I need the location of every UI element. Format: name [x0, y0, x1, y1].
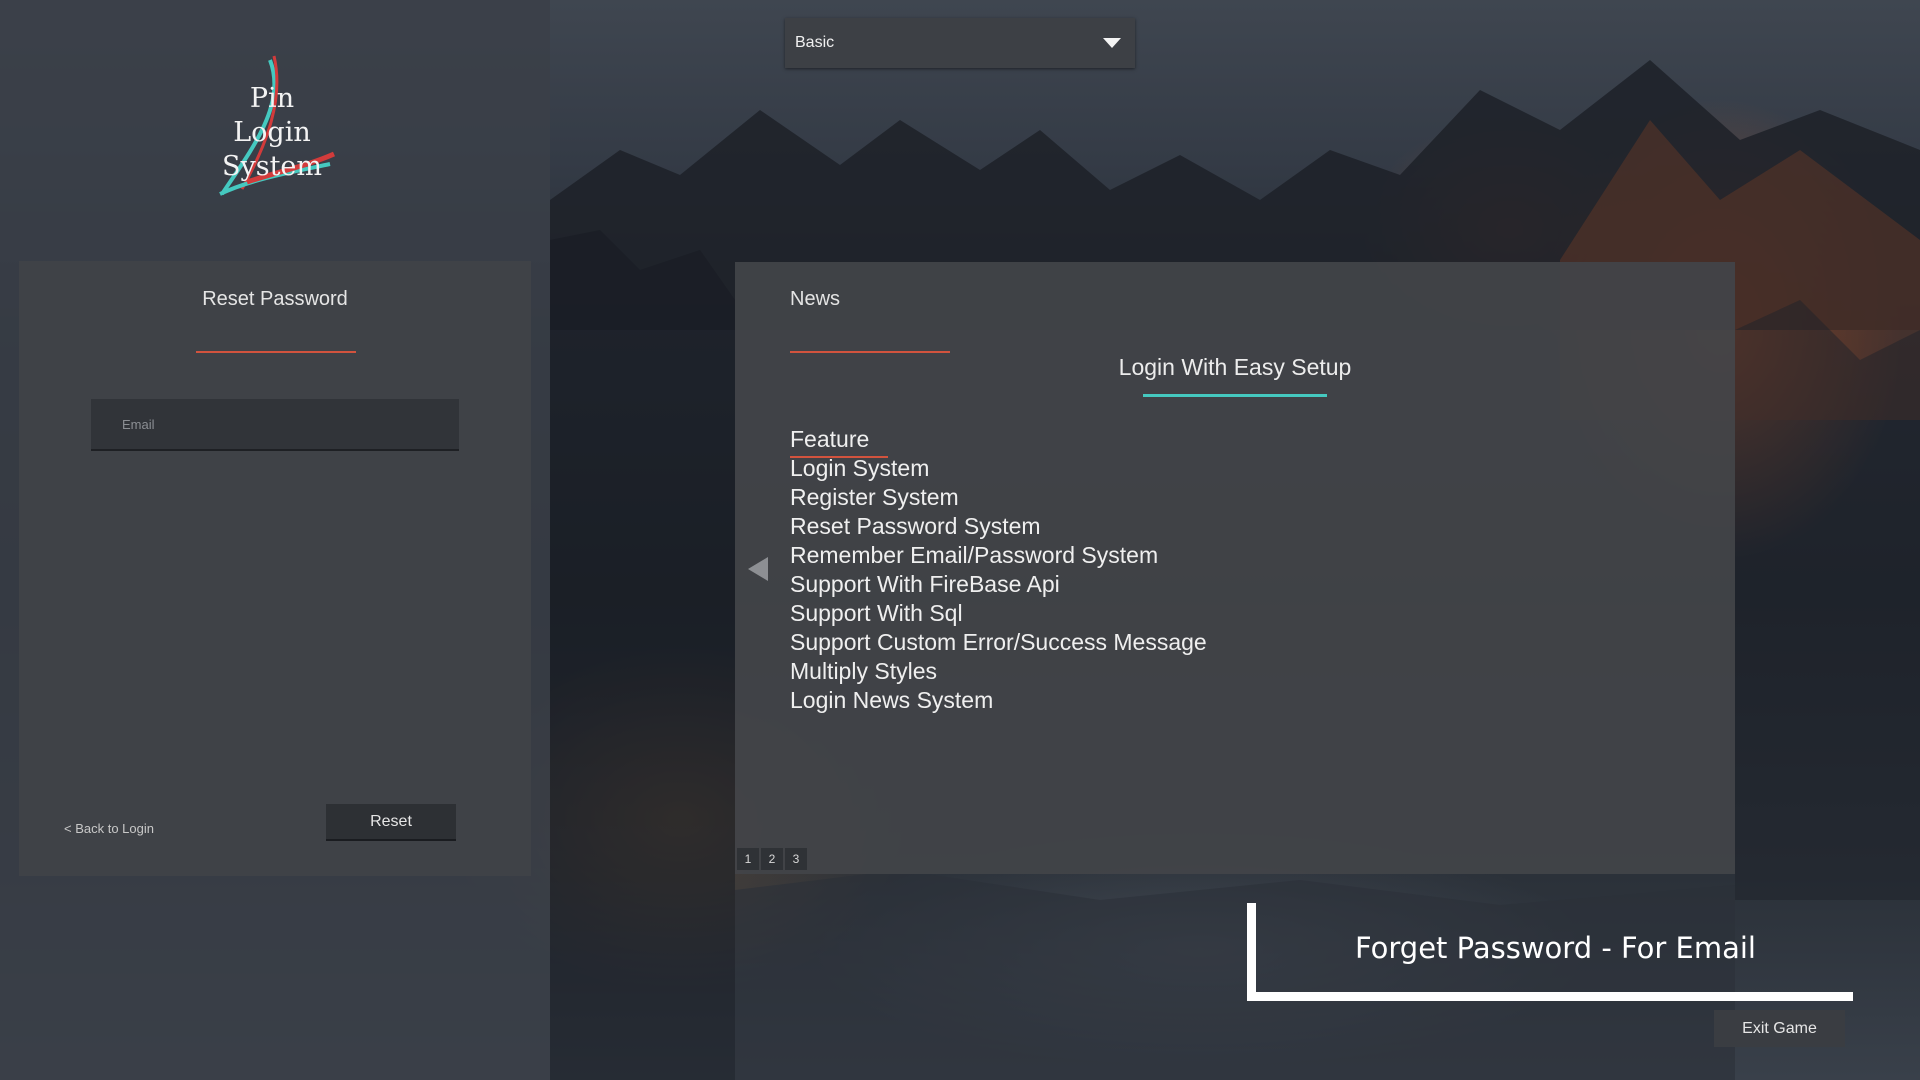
logo-line: Login	[233, 117, 311, 148]
list-item: Login News System	[790, 687, 994, 713]
news-title: News	[790, 288, 841, 310]
list-item: Reset Password System	[790, 513, 1041, 539]
logo-line: Pin	[249, 83, 295, 114]
title-underline	[196, 351, 356, 353]
app-logo: Pin Login System	[212, 54, 342, 204]
list-item: Register System	[790, 484, 959, 510]
list-item: Support Custom Error/Success Message	[790, 629, 1207, 655]
caption-frame: Forget Password - For Email	[1247, 903, 1853, 1001]
arrow-left-icon[interactable]	[748, 557, 768, 581]
news-headline: Login With Easy Setup	[1118, 354, 1352, 380]
feature-heading-underline	[790, 456, 888, 458]
headline-underline	[1143, 394, 1327, 397]
style-dropdown[interactable]: Basic	[785, 18, 1135, 68]
page-button-1[interactable]: 1	[737, 848, 759, 870]
reset-button[interactable]: Reset	[326, 804, 456, 841]
news-title-underline	[790, 351, 950, 353]
page-button-2[interactable]: 2	[761, 848, 783, 870]
list-item: Remember Email/Password System	[790, 542, 1159, 568]
caption-text: Forget Password - For Email	[1355, 931, 1756, 965]
logo-text: Pin Login System	[212, 82, 332, 184]
list-item: Support With FireBase Api	[790, 571, 1060, 597]
list-item: Login System	[790, 455, 930, 481]
email-input[interactable]	[91, 399, 459, 451]
logo-line: System	[221, 151, 323, 182]
feature-heading-text: Feature	[790, 426, 870, 452]
chevron-down-icon	[1103, 38, 1121, 48]
feature-list: Feature Login System Register System Res…	[790, 425, 1207, 715]
news-pagination: 1 2 3	[737, 848, 807, 870]
reset-password-card: Reset Password < Back to Login Reset	[19, 261, 531, 876]
list-item: Support With Sql	[790, 600, 963, 626]
news-panel: News Login With Easy Setup Feature Login…	[735, 262, 1735, 874]
left-panel: Pin Login System Reset Password < Back t…	[0, 0, 550, 1080]
card-title: Reset Password	[202, 288, 348, 310]
back-to-login-link[interactable]: < Back to Login	[64, 821, 154, 836]
page-button-3[interactable]: 3	[785, 848, 807, 870]
exit-game-button[interactable]: Exit Game	[1714, 1010, 1845, 1047]
feature-heading: Feature	[790, 425, 888, 458]
dropdown-selected-value: Basic	[795, 34, 835, 51]
list-item: Multiply Styles	[790, 658, 937, 684]
